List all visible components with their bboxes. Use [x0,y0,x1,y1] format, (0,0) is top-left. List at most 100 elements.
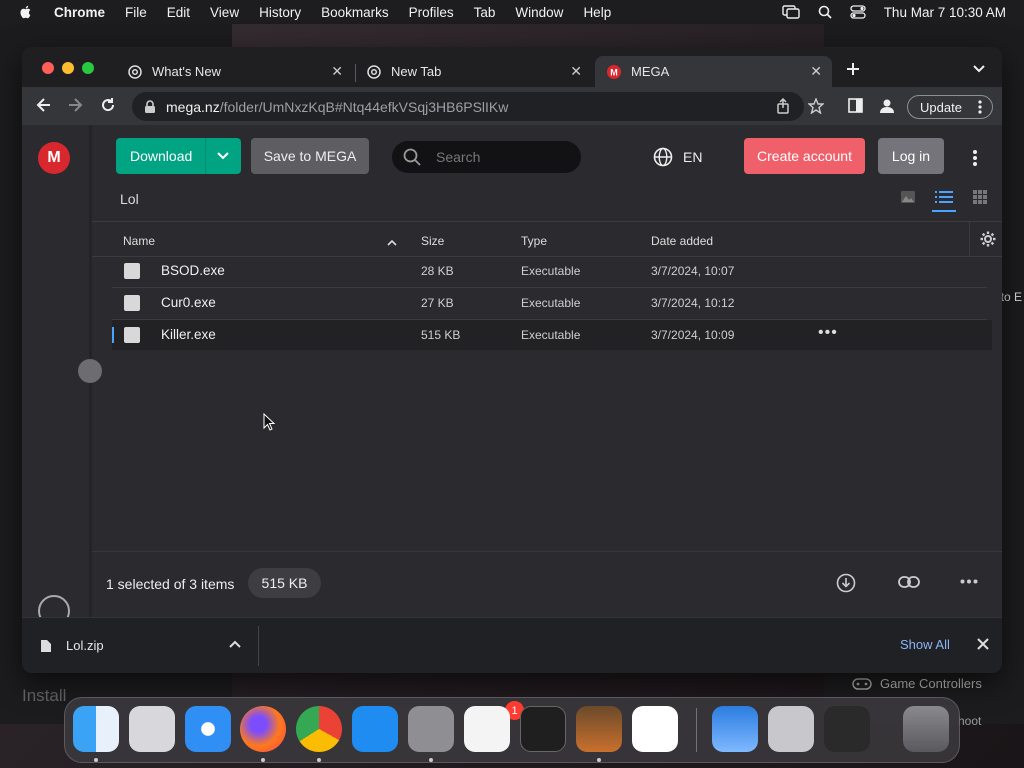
menu-bar: Chrome File Edit View History Bookmarks … [0,0,1024,24]
tab-new-tab[interactable]: New Tab ✕ [355,56,592,87]
column-header-name[interactable]: Name [123,234,155,248]
running-indicator [261,758,265,762]
file-name: BSOD.exe [161,263,225,278]
menu-clock[interactable]: Thu Mar 7 10:30 AM [884,5,1006,20]
executable-file-icon [124,327,140,343]
vscode-icon[interactable] [632,706,678,752]
screen-mirroring-icon[interactable] [781,5,800,19]
menu-file[interactable]: File [125,5,147,20]
column-header-size[interactable]: Size [421,234,444,248]
menu-history[interactable]: History [259,5,301,20]
menu-window[interactable]: Window [515,5,563,20]
app-store-icon[interactable] [352,706,398,752]
row-more-button[interactable]: ••• [818,324,838,342]
chrome-app-icon[interactable] [296,706,342,752]
selected-size-badge: 515 KB [248,568,321,598]
system-settings-icon[interactable] [408,706,454,752]
download-circle-icon[interactable] [836,573,856,593]
apple-icon[interactable] [18,4,34,20]
language-selector[interactable]: EN [653,147,702,167]
mega-logo[interactable]: M [38,142,70,174]
file-size: 515 KB [421,328,461,342]
disk-utility-icon[interactable] [768,706,814,752]
back-icon[interactable] [36,97,52,113]
dock: 1 [64,697,960,763]
list-view-icon[interactable] [935,190,953,204]
chrome-icon [128,64,142,79]
profile-icon[interactable] [879,98,895,114]
panel-resize-handle[interactable] [78,359,102,383]
bookmark-star-icon[interactable] [808,98,824,114]
zoom-window-button[interactable] [82,62,94,74]
close-tab-icon[interactable]: ✕ [570,63,582,80]
menu-edit[interactable]: Edit [167,5,190,20]
save-to-mega-button[interactable]: Save to MEGA [251,138,369,174]
side-panel-icon[interactable] [848,98,863,113]
spotlight-icon[interactable] [818,5,832,19]
column-header-type[interactable]: Type [521,234,547,248]
forward-icon[interactable] [67,97,83,113]
garageband-icon[interactable] [576,706,622,752]
lock-icon[interactable] [144,99,156,114]
close-tab-icon[interactable]: ✕ [810,63,822,80]
menu-view[interactable]: View [210,5,239,20]
table-row-selected[interactable]: Killer.exe 515 KB Executable 3/7/2024, 1… [112,320,992,350]
table-row[interactable]: Cur0.exe 27 KB Executable 3/7/2024, 10:1… [112,288,992,318]
file-type: Executable [521,328,581,342]
link-icon[interactable] [898,575,920,589]
control-center-icon[interactable] [850,5,866,19]
more-horiz-icon[interactable] [960,579,978,584]
create-account-button[interactable]: Create account [744,138,865,174]
close-tab-icon[interactable]: ✕ [331,63,343,80]
menu-profiles[interactable]: Profiles [409,5,454,20]
chevron-up-icon[interactable] [229,640,241,648]
search-input[interactable]: Search [392,141,581,173]
close-window-button[interactable] [42,62,54,74]
thumbnail-view-icon[interactable] [900,190,916,204]
sort-asc-icon[interactable] [387,239,397,246]
chrome-icon [367,64,381,79]
menu-help[interactable]: Help [583,5,611,20]
finder-icon[interactable] [73,706,119,752]
running-indicator [597,758,601,762]
update-button[interactable]: Update [907,95,993,119]
menu-app-name[interactable]: Chrome [54,5,105,20]
log-in-button[interactable]: Log in [878,138,944,174]
download-split-divider [205,138,206,174]
download-item[interactable]: Lol.zip [40,638,104,653]
menu-tab[interactable]: Tab [474,5,496,20]
firefox-icon[interactable] [240,706,286,752]
file-size: 27 KB [421,296,454,310]
game-controllers-item[interactable]: Game Controllers [852,676,982,691]
table-row[interactable]: BSOD.exe 28 KB Executable 3/7/2024, 10:0… [112,256,992,286]
tab-mega[interactable]: M MEGA ✕ [595,56,832,87]
column-header-date[interactable]: Date added [651,234,713,248]
launchpad-icon[interactable] [129,706,175,752]
safari-icon[interactable] [185,706,231,752]
download-divider [258,626,259,666]
download-button[interactable]: Download [116,138,241,174]
trash-icon[interactable] [903,706,949,752]
textedit-icon[interactable] [464,706,510,752]
download-label: Download [130,148,193,164]
new-tab-button[interactable] [846,59,860,82]
running-indicator [317,758,321,762]
file-icon [41,639,51,652]
close-icon[interactable] [977,638,989,650]
chevron-down-icon[interactable] [216,149,230,163]
grid-view-icon[interactable] [973,190,987,204]
tab-whats-new[interactable]: What's New ✕ [116,56,353,87]
address-bar[interactable]: mega.nz/folder/UmNxzKqB#Ntq44efkVSqj3HB6… [132,92,804,121]
share-icon[interactable] [776,98,790,114]
reload-icon[interactable] [100,97,116,113]
menu-bookmarks[interactable]: Bookmarks [321,5,389,20]
more-vert-icon[interactable] [972,149,978,167]
breadcrumb[interactable]: Lol [120,191,139,207]
weather-icon[interactable] [712,706,758,752]
show-all-button[interactable]: Show All [900,637,950,652]
tab-search-button[interactable] [972,61,986,79]
app-icon[interactable] [824,706,870,752]
minimize-window-button[interactable] [62,62,74,74]
gear-icon[interactable] [980,231,996,247]
terminal-icon[interactable] [520,706,566,752]
